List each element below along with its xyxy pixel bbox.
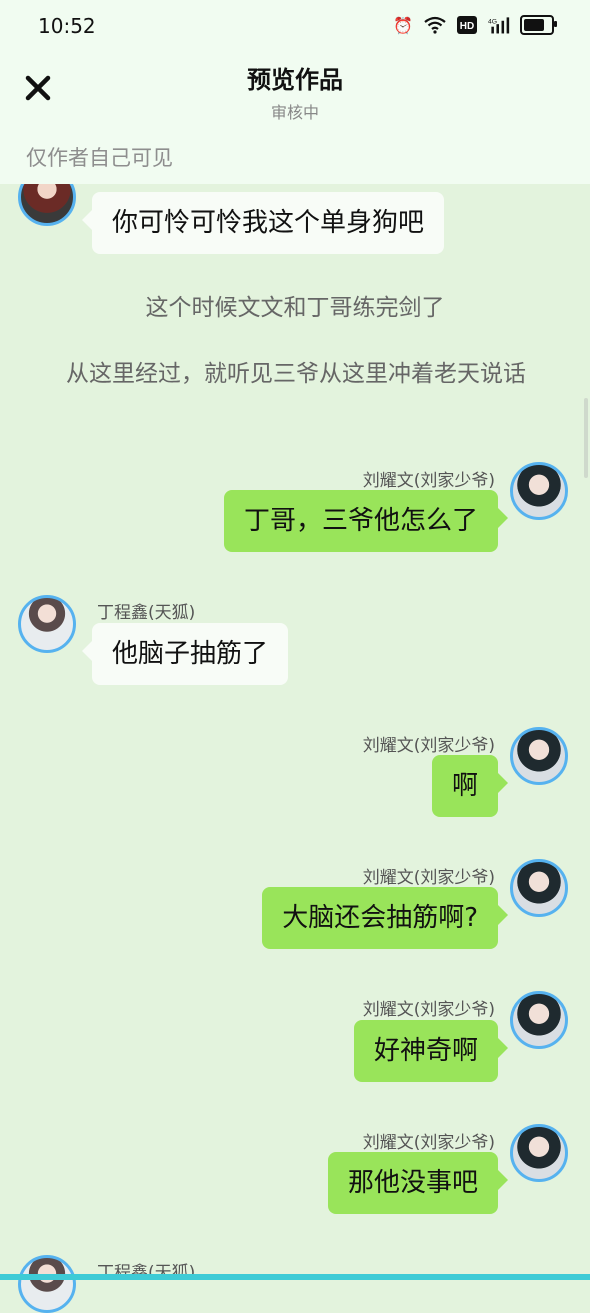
avatar[interactable] xyxy=(510,859,568,917)
chat-area[interactable]: 你可怜可怜我这个单身狗吧 这个时候文文和丁哥练完剑了 从这里经过，就听见三爷从这… xyxy=(0,0,590,1313)
svg-text:HD: HD xyxy=(460,21,474,32)
avatar[interactable] xyxy=(18,595,76,653)
battery-icon xyxy=(520,15,557,35)
message-bubble: 他脑子抽筋了 xyxy=(81,623,289,685)
scrollbar[interactable] xyxy=(584,398,588,478)
speaker-name: 刘耀文(刘家少爷) xyxy=(362,868,495,888)
wifi-icon xyxy=(424,14,446,36)
message-bubble: 丁哥，三爷他怎么了 xyxy=(223,490,509,552)
message-bubble: 大脑还会抽筋啊? xyxy=(262,887,508,949)
header: 10:52 ⏰ HD 4G 预览作品 审核中 仅作者自己可见 xyxy=(0,0,590,184)
review-status: 审核中 xyxy=(270,103,319,122)
bottom-bar xyxy=(0,1274,590,1280)
avatar[interactable] xyxy=(510,1124,568,1182)
speaker-name: 刘耀文(刘家少爷) xyxy=(362,736,495,756)
speaker-name: 丁程鑫(天狐) xyxy=(97,603,196,623)
avatar[interactable] xyxy=(510,462,568,520)
page-title: 预览作品 xyxy=(247,66,343,94)
speaker-name: 刘耀文(刘家少爷) xyxy=(362,1000,495,1020)
message-bubble: 你可怜可怜我这个单身狗吧 xyxy=(81,192,445,254)
narration-text: 这个时候文文和丁哥练完剑了 xyxy=(145,295,445,321)
status-time: 10:52 xyxy=(38,14,96,38)
message-bubble: 那他没事吧 xyxy=(327,1152,509,1214)
avatar[interactable] xyxy=(510,991,568,1049)
speaker-name: 刘耀文(刘家少爷) xyxy=(362,1133,495,1153)
signal-icon: 4G xyxy=(488,14,510,36)
message-bubble: 啊 xyxy=(431,755,509,817)
avatar[interactable] xyxy=(18,1255,76,1313)
status-icons: ⏰ HD 4G xyxy=(392,14,557,36)
svg-text:4G: 4G xyxy=(488,18,497,25)
speaker-name: 刘耀文(刘家少爷) xyxy=(362,471,495,491)
privacy-note: 仅作者自己可见 xyxy=(26,146,173,170)
avatar[interactable] xyxy=(510,727,568,785)
hd-icon: HD xyxy=(456,14,478,36)
alarm-icon: ⏰ xyxy=(393,15,413,35)
narration-text: 从这里经过，就听见三爷从这里冲着老天说话 xyxy=(66,361,526,387)
message-bubble: 好神奇啊 xyxy=(353,1020,509,1082)
